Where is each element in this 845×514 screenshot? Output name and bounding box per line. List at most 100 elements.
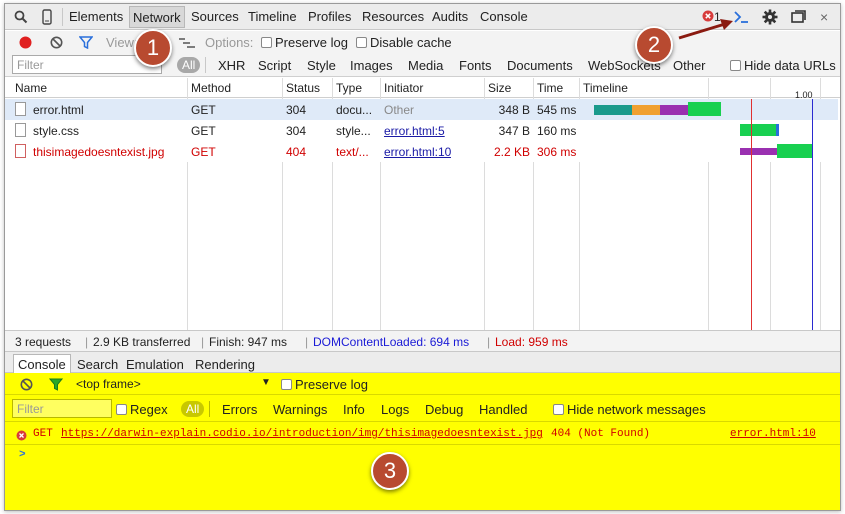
request-method: GET	[191, 145, 216, 159]
frame-selector[interactable]: <top frame>	[76, 377, 141, 391]
hide-data-urls-checkbox[interactable]: Hide data URLs	[730, 58, 836, 73]
timeline-bar-request	[740, 148, 777, 155]
tab-network[interactable]: Network	[129, 6, 185, 28]
type-filter-style[interactable]: Style	[307, 58, 336, 73]
console-preserve-log-checkbox[interactable]: Preserve log	[281, 377, 368, 392]
summary-finish: Finish: 947 ms	[209, 335, 288, 349]
request-initiator-link[interactable]: error.html:5	[384, 124, 445, 138]
request-name[interactable]: thisimagedoesntexist.jpg	[33, 145, 164, 159]
request-size: 348 B	[498, 103, 530, 117]
request-table-header: Name Method Status Type Initiator Size T…	[5, 78, 840, 100]
tab-profiles[interactable]: Profiles	[308, 9, 351, 24]
level-filter-debug[interactable]: Debug	[425, 402, 463, 417]
request-initiator-link[interactable]: error.html:10	[384, 145, 451, 159]
tab-console[interactable]: Console	[480, 9, 528, 24]
tab-resources[interactable]: Resources	[362, 9, 424, 24]
close-icon[interactable]: ×	[820, 9, 828, 25]
document-file-icon	[15, 123, 26, 137]
tab-sources[interactable]: Sources	[191, 9, 239, 24]
col-type[interactable]: Type	[336, 81, 362, 95]
dock-icon[interactable]	[791, 10, 807, 27]
col-time[interactable]: Time	[537, 81, 563, 95]
hide-network-messages-checkbox[interactable]: Hide network messages	[553, 402, 706, 417]
type-filter-media[interactable]: Media	[408, 58, 443, 73]
summary-load: Load: 959 ms	[495, 335, 568, 349]
clear-icon[interactable]	[50, 36, 63, 52]
callout-arrow-icon	[678, 19, 733, 40]
error-status: 404 (Not Found)	[551, 428, 651, 440]
col-size[interactable]: Size	[488, 81, 511, 95]
timeline-bar-request	[660, 105, 688, 115]
console-filter-icon[interactable]	[48, 378, 64, 394]
options-label: Options:	[205, 35, 254, 50]
level-filter-all[interactable]: All	[181, 401, 205, 417]
error-source-link[interactable]: error.html:10	[730, 428, 816, 440]
error-url[interactable]: https://darwin-explain.codio.io/introduc…	[61, 428, 543, 440]
record-icon[interactable]	[19, 36, 32, 52]
type-filter-fonts[interactable]: Fonts	[459, 58, 492, 73]
table-row[interactable]: thisimagedoesntexist.jpg GET 404 text/..…	[5, 141, 838, 162]
filter-icon[interactable]	[78, 36, 94, 52]
request-size: 2.2 KB	[493, 145, 530, 159]
type-filter-script[interactable]: Script	[258, 58, 291, 73]
network-summary-bar: 3 requests | 2.9 KB transferred | Finish…	[5, 330, 840, 351]
col-status[interactable]: Status	[286, 81, 320, 95]
request-initiator: Other	[384, 103, 415, 117]
document-file-icon	[15, 102, 26, 116]
level-filter-warnings[interactable]: Warnings	[273, 402, 327, 417]
search-icon[interactable]	[14, 10, 28, 27]
level-filter-info[interactable]: Info	[343, 402, 365, 417]
disable-cache-checkbox[interactable]: Disable cache	[356, 35, 452, 50]
console-prompt[interactable]: >	[19, 449, 26, 461]
col-timeline[interactable]: Timeline	[583, 81, 628, 95]
request-type: style...	[336, 124, 371, 138]
gear-icon[interactable]	[762, 9, 778, 28]
level-filter-errors[interactable]: Errors	[222, 402, 257, 417]
tab-timeline[interactable]: Timeline	[248, 9, 297, 24]
request-time: 160 ms	[537, 124, 577, 138]
request-status: 404	[286, 145, 307, 159]
device-mode-icon[interactable]	[42, 9, 52, 28]
console-error-message: GET https://darwin-explain.codio.io/intr…	[5, 423, 840, 445]
drawer-tab-bar: Console Search Emulation Rendering	[5, 351, 840, 373]
type-filter-images[interactable]: Images	[350, 58, 393, 73]
request-method: GET	[191, 124, 216, 138]
tab-audits[interactable]: Audits	[432, 9, 468, 24]
console-panel: <top frame> ▼ Preserve log Regex All Err…	[5, 373, 840, 510]
request-type: docu...	[336, 103, 373, 117]
view-label: View:	[106, 35, 138, 50]
table-row[interactable]: error.html GET 304 docu... Other 348 B 5…	[5, 99, 838, 120]
preserve-log-checkbox[interactable]: Preserve log	[261, 35, 348, 50]
error-icon	[16, 429, 27, 444]
request-name[interactable]: style.css	[33, 124, 79, 138]
col-method[interactable]: Method	[191, 81, 231, 95]
type-filter-all[interactable]: All	[177, 57, 201, 73]
table-row[interactable]: style.css GET 304 style... error.html:5 …	[5, 120, 838, 141]
drawer-tab-rendering[interactable]: Rendering	[195, 357, 255, 372]
request-type: text/...	[336, 145, 369, 159]
drawer-tab-search[interactable]: Search	[77, 357, 118, 372]
load-event-marker	[751, 99, 752, 330]
timeline-bar-waiting	[594, 105, 632, 115]
type-filter-xhr[interactable]: XHR	[218, 58, 245, 73]
console-filter-input[interactable]	[12, 399, 112, 418]
chevron-down-icon[interactable]: ▼	[261, 377, 271, 388]
col-initiator[interactable]: Initiator	[384, 81, 423, 95]
devtools-window: Elements Network Sources Timeline Profil…	[4, 3, 841, 511]
request-name[interactable]: error.html	[33, 103, 84, 117]
level-filter-logs[interactable]: Logs	[381, 402, 409, 417]
console-filter-bar: Regex All Errors Warnings Info Logs Debu…	[5, 396, 840, 422]
clear-console-icon[interactable]	[20, 378, 33, 394]
type-filter-documents[interactable]: Documents	[507, 58, 573, 73]
request-status: 304	[286, 124, 307, 138]
type-filter-other[interactable]: Other	[673, 58, 706, 73]
image-file-icon	[15, 144, 26, 158]
col-name[interactable]: Name	[15, 81, 47, 95]
regex-checkbox[interactable]: Regex	[116, 402, 168, 417]
drawer-tab-console[interactable]: Console	[13, 354, 71, 373]
console-toolbar: <top frame> ▼ Preserve log	[5, 373, 840, 395]
overview-icon[interactable]	[179, 37, 195, 52]
drawer-tab-emulation[interactable]: Emulation	[126, 357, 184, 372]
level-filter-handled[interactable]: Handled	[479, 402, 527, 417]
tab-elements[interactable]: Elements	[69, 9, 123, 24]
